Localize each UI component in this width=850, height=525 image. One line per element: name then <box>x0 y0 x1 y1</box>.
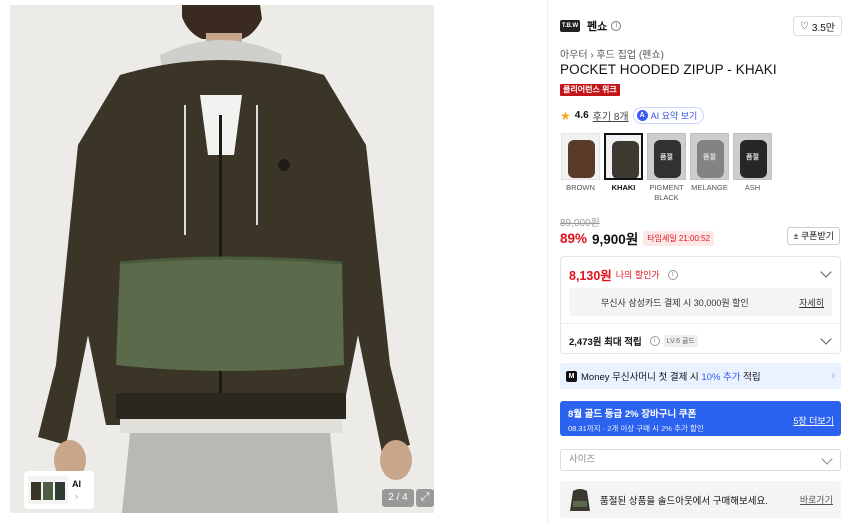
coupon-more-link[interactable]: 5장 더보기 <box>793 414 834 427</box>
soldout-product-thumb <box>570 488 590 511</box>
size-select[interactable]: 사이즈 <box>560 449 841 471</box>
swatch-image <box>612 141 639 178</box>
product-image-gallery[interactable]: AI › 2 / 4 ⤢ <box>10 5 434 513</box>
soldout-go-link[interactable]: 바로가기 <box>800 493 833 506</box>
swatch-image <box>568 140 595 178</box>
soldout-notice: 품절된 상품을 솔드아웃에서 구매해보세요. 바로가기 <box>560 481 841 518</box>
color-swatch[interactable]: 품절 <box>690 133 729 180</box>
soldout-label: 품절 <box>660 154 673 161</box>
color-name: PIGMENT BLACK <box>649 183 684 202</box>
money-prefix: Money 무신사머니 첫 결제 시 <box>581 372 702 383</box>
ai-thumb-label: AI <box>72 479 81 489</box>
brand-logo[interactable]: T.B.W <box>560 20 580 32</box>
card-detail-link[interactable]: 자세히 <box>799 296 824 309</box>
color-name: ASH <box>744 183 761 192</box>
like-button[interactable]: ♡ 3.5만 <box>792 16 842 36</box>
like-count: 3.5만 <box>811 22 835 34</box>
image-counter: 2 / 4 <box>382 489 414 507</box>
money-text: Money 무신사머니 첫 결제 시 10% 추가 적립 <box>581 369 761 383</box>
expand-icon[interactable]: ⤢ <box>416 489 434 507</box>
review-count-link[interactable]: 후기 8개 <box>593 108 629 123</box>
thumbnail-image[interactable] <box>28 476 68 504</box>
color-option[interactable]: KHAKI <box>603 133 644 203</box>
star-icon: ★ <box>560 108 571 123</box>
info-icon[interactable]: i <box>649 336 660 346</box>
color-option[interactable]: 품절 PIGMENT BLACK <box>646 133 687 203</box>
my-price-value: 8,130원 <box>569 269 612 283</box>
chevron-down-icon <box>821 453 833 465</box>
card-discount-text: 무신사 삼성카드 결제 시 30,000원 할인 <box>601 297 749 308</box>
color-swatch[interactable] <box>561 133 600 180</box>
level-badge: LV.6 골드 <box>663 335 698 347</box>
money-highlight: 10% 추가 <box>701 372 741 383</box>
timesale-badge: 타임세일 21:00:52 <box>643 230 715 246</box>
color-swatch[interactable]: 품절 <box>647 133 686 180</box>
soldout-notice-text: 품절된 상품을 솔드아웃에서 구매해보세요. <box>600 495 768 507</box>
money-promo-bar[interactable]: M Money 무신사머니 첫 결제 시 10% 추가 적립 › <box>560 363 841 389</box>
ai-summary-label: AI 요약 보기 <box>650 111 698 121</box>
color-options: BROWN KHAKI 품절 PIGMENT BLACK 품절 MELANGE … <box>560 133 773 203</box>
color-name: MELANGE <box>691 183 728 192</box>
points-value: 2,473원 최대 적립 <box>569 337 642 348</box>
clearance-badge: 클리어런스 위크 <box>560 84 620 96</box>
color-swatch[interactable]: 품절 <box>733 133 772 180</box>
divider <box>561 323 840 324</box>
product-info-panel: T.B.W 펜쇼 i ♡ 3.5만 아우터 › 후드 집업 (펜쇼) POCKE… <box>547 0 850 525</box>
product-title: POCKET HOODED ZIPUP - KHAKI <box>560 62 777 77</box>
soldout-label: 품절 <box>703 154 716 161</box>
money-logo-icon: M <box>566 370 577 382</box>
color-name: BROWN <box>566 183 595 192</box>
chevron-down-icon[interactable] <box>820 333 832 345</box>
color-option[interactable]: BROWN <box>560 133 601 203</box>
info-icon[interactable]: i <box>667 269 678 280</box>
thumbnail-strip[interactable]: AI › <box>24 471 94 509</box>
chevron-right-icon: › <box>831 370 835 382</box>
points-row[interactable]: 2,473원 최대 적립 i LV.6 골드 <box>569 334 698 348</box>
heart-icon: ♡ <box>799 20 809 32</box>
original-price: 89,000원 <box>560 218 600 229</box>
ai-summary-button[interactable]: A AI 요약 보기 <box>632 107 705 124</box>
product-photo <box>10 5 434 513</box>
brand-row: T.B.W 펜쇼 i ♡ 3.5만 <box>560 16 842 36</box>
discount-rate: 89% <box>560 230 588 246</box>
info-icon[interactable]: i <box>611 21 622 31</box>
sale-price: 9,900원 <box>592 232 639 247</box>
size-placeholder: 사이즈 <box>569 454 596 465</box>
breadcrumb[interactable]: 아우터 › 후드 집업 (펜쇼) <box>560 46 664 61</box>
coupon-download-button[interactable]: ± 쿠폰받기 <box>787 227 840 245</box>
my-price-row[interactable]: 8,130원 나의 할인가 i <box>569 265 678 284</box>
chevron-down-icon[interactable] <box>820 266 832 278</box>
chevron-right-icon: › <box>75 491 78 501</box>
ai-thumb-chip[interactable]: AI › <box>72 478 81 502</box>
color-swatch[interactable] <box>604 133 643 180</box>
coupon-banner[interactable]: 8월 골드 등급 2% 장바구니 쿠폰 08.31까지 · 2개 이상 구매 시… <box>560 401 841 436</box>
price-row: 89% 9,900원 타임세일 21:00:52 <box>560 228 715 248</box>
benefit-box: 8,130원 나의 할인가 i 무신사 삼성카드 결제 시 30,000원 할인… <box>560 256 841 354</box>
brand-name[interactable]: 펜쇼 <box>587 18 607 34</box>
ai-icon: A <box>636 110 648 121</box>
my-price-label: 나의 할인가 <box>615 270 660 280</box>
color-name: KHAKI <box>611 183 636 192</box>
rating-row: ★ 4.6 후기 8개 A AI 요약 보기 <box>560 107 705 124</box>
rating-value: 4.6 <box>574 110 589 121</box>
card-discount-row: 무신사 삼성카드 결제 시 30,000원 할인 자세히 <box>569 288 832 316</box>
soldout-label: 품절 <box>746 154 759 161</box>
color-option[interactable]: 품절 MELANGE <box>689 133 730 203</box>
money-suffix: 적립 <box>740 372 761 383</box>
color-option[interactable]: 품절 ASH <box>732 133 773 203</box>
